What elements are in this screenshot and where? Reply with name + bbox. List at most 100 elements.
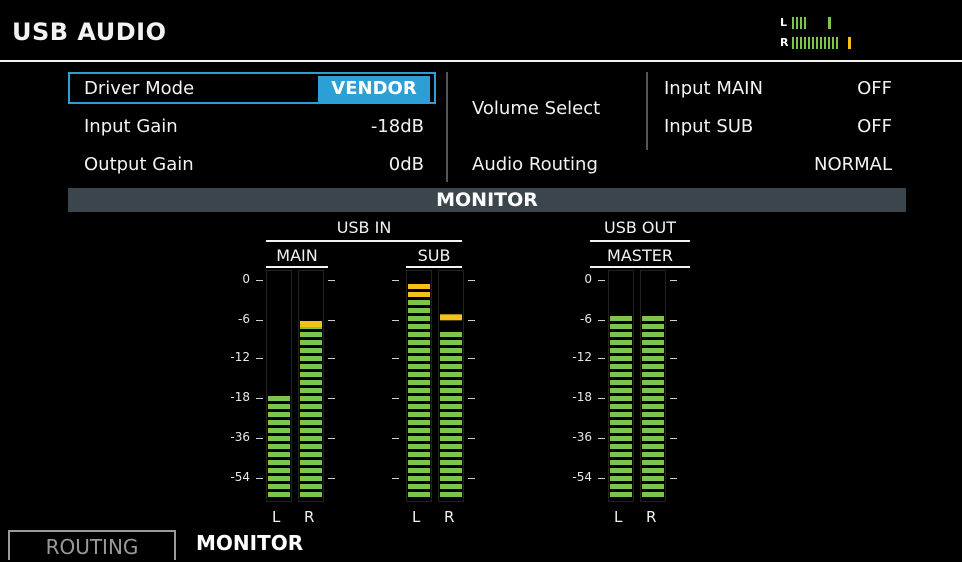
- meter-segment: [610, 364, 632, 369]
- meter-segment: [440, 332, 462, 337]
- meter-segment: [440, 364, 462, 369]
- meter-segment: [408, 356, 430, 361]
- usb-out-label: USB OUT: [603, 218, 676, 237]
- db-tick-mark: [256, 280, 263, 281]
- db-tick-mark: [670, 320, 677, 321]
- db-tick-mark: [392, 478, 399, 479]
- meter-segment: [440, 444, 462, 449]
- meter-segment: [268, 476, 290, 481]
- mini-meter-left-track: [792, 17, 870, 29]
- db-tick-mark: [598, 280, 605, 281]
- meter-segment: [642, 468, 664, 473]
- db-tick-mark: [256, 320, 263, 321]
- driver-mode-value[interactable]: VENDOR: [318, 78, 430, 99]
- meter-segment: [300, 492, 322, 497]
- audio-routing-value[interactable]: NORMAL: [760, 154, 892, 175]
- meter-segment: [268, 492, 290, 497]
- meter-segment: [610, 404, 632, 409]
- meter-segment: [300, 404, 322, 409]
- meter-segment: [408, 444, 430, 449]
- meter-segment: [610, 324, 632, 329]
- meter-segment: [408, 316, 430, 321]
- meter-segment: [610, 356, 632, 361]
- meter-segment: [440, 476, 462, 481]
- meter-segment: [300, 444, 322, 449]
- meter-segment: [300, 380, 322, 385]
- db-scale-label: -18: [572, 390, 592, 404]
- meter-segment: [440, 412, 462, 417]
- meter-segment: [408, 468, 430, 473]
- master-group-label: MASTER: [607, 246, 673, 265]
- meter-segment: [408, 484, 430, 489]
- db-tick-mark: [670, 280, 677, 281]
- meter-segment: [300, 420, 322, 425]
- meter-segment: [440, 372, 462, 377]
- output-gain-value[interactable]: 0dB: [300, 154, 424, 175]
- meter-segment: [408, 436, 430, 441]
- input-sub-value[interactable]: OFF: [800, 116, 892, 137]
- meter-segment: [610, 316, 632, 321]
- db-tick-mark: [392, 438, 399, 439]
- screen-title: USB AUDIO: [12, 18, 167, 46]
- meter-segment: [440, 396, 462, 401]
- volume-select-divider: [646, 72, 648, 150]
- db-scale-label: -6: [238, 312, 250, 326]
- meter-segment: [408, 452, 430, 457]
- meter-segment: [300, 348, 322, 353]
- meter-segment: [268, 452, 290, 457]
- db-tick-mark: [598, 438, 605, 439]
- meter-segment: [408, 388, 430, 393]
- mini-meter-left-label: L: [780, 16, 788, 29]
- db-tick-mark: [392, 398, 399, 399]
- sub-right-channel-label: R: [444, 508, 455, 526]
- meter-segment: [642, 324, 664, 329]
- meter-segment: [408, 284, 430, 289]
- meter-segment: [300, 332, 322, 337]
- meter-segment: [642, 372, 664, 377]
- meter-segment: [610, 420, 632, 425]
- meter-segment: [610, 428, 632, 433]
- sub-right-meter: [438, 270, 464, 502]
- meter-segment: [408, 492, 430, 497]
- sub-group-underline: [406, 266, 462, 268]
- db-tick-mark: [256, 478, 263, 479]
- meter-segment: [408, 372, 430, 377]
- meter-segments: [440, 314, 462, 497]
- meter-segment: [610, 412, 632, 417]
- meter-segment: [440, 492, 462, 497]
- meter-segment: [610, 484, 632, 489]
- db-tick-mark: [468, 478, 475, 479]
- meter-segment: [268, 404, 290, 409]
- meter-segment: [300, 396, 322, 401]
- meter-segment: [408, 308, 430, 313]
- meter-segment: [610, 436, 632, 441]
- meter-segment: [300, 460, 322, 465]
- meter-segment: [642, 364, 664, 369]
- meter-segment: [300, 436, 322, 441]
- main-group-label: MAIN: [276, 246, 318, 265]
- meter-segment: [642, 484, 664, 489]
- db-tick-mark: [328, 398, 335, 399]
- sub-left-channel-label: L: [412, 508, 421, 526]
- input-main-value[interactable]: OFF: [800, 78, 892, 99]
- db-tick-mark: [468, 320, 475, 321]
- meter-segment: [610, 460, 632, 465]
- meter-segment: [642, 444, 664, 449]
- tab-monitor[interactable]: MONITOR: [196, 530, 303, 556]
- db-tick-mark: [328, 438, 335, 439]
- input-gain-value[interactable]: -18dB: [300, 116, 424, 137]
- meter-segment: [300, 468, 322, 473]
- meter-segment: [300, 364, 322, 369]
- input-main-label: Input MAIN: [664, 78, 763, 99]
- meter-segment: [610, 348, 632, 353]
- meter-segment: [408, 340, 430, 345]
- meter-segment: [440, 340, 462, 345]
- sub-group-label: SUB: [417, 246, 451, 265]
- main-right-meter: [298, 270, 324, 502]
- db-tick-mark: [392, 320, 399, 321]
- meter-segment: [610, 476, 632, 481]
- meter-segment: [408, 364, 430, 369]
- meter-segment: [610, 396, 632, 401]
- tab-routing[interactable]: ROUTING: [8, 530, 176, 560]
- db-tick-mark: [670, 398, 677, 399]
